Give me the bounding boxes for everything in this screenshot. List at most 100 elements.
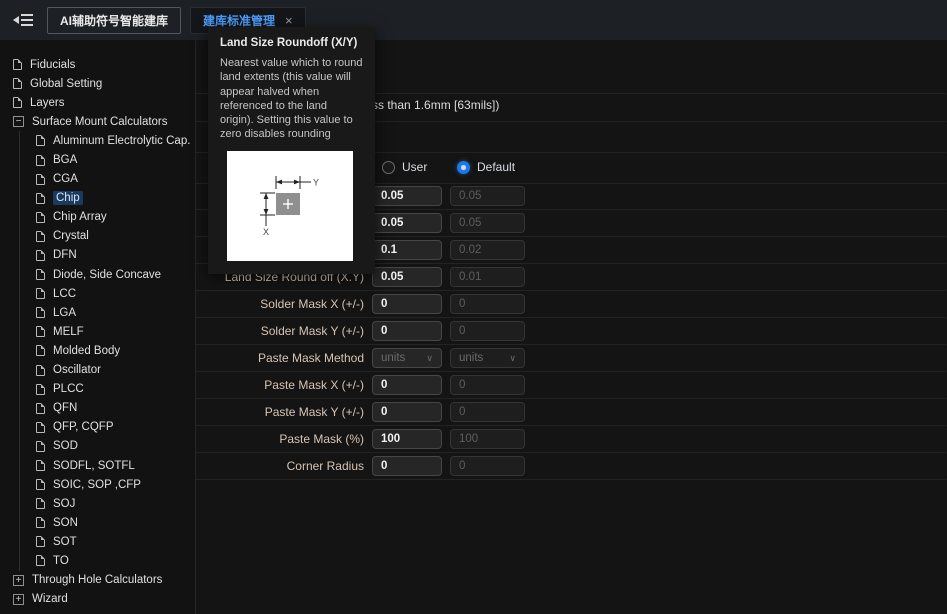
dimension-y-label: Y: [313, 177, 319, 187]
file-icon: [36, 460, 45, 472]
sidebar-item-label: Fiducials: [30, 58, 76, 71]
sidebar-item-soj[interactable]: SOJ: [20, 494, 195, 513]
sidebar-item-dfn[interactable]: DFN: [20, 246, 195, 265]
default-value-input: [450, 402, 525, 422]
sidebar-item-surface-mount-calculators[interactable]: − Surface Mount Calculators: [0, 112, 195, 131]
tooltip-land-size-roundoff: Land Size Roundoff (X/Y) Nearest value w…: [208, 27, 375, 274]
sidebar-item-label: Aluminum Electrolytic Cap.: [53, 134, 191, 147]
sidebar-item-cga[interactable]: CGA: [20, 170, 195, 189]
sidebar-item-label: Oscillator: [53, 364, 101, 377]
sidebar-item-through-hole-calculators[interactable]: + Through Hole Calculators: [0, 571, 195, 590]
file-icon: [36, 249, 45, 261]
value-input[interactable]: [372, 186, 442, 206]
chevron-down-icon: ∨: [426, 352, 433, 363]
sidebar-tree: Fiducials Global Setting Layers − Surface Mo…: [0, 55, 195, 609]
value-input[interactable]: [372, 402, 442, 422]
sidebar-item-label: Molded Body: [53, 344, 121, 357]
sidebar-item-label: SOT: [53, 535, 77, 548]
tab-label: 建库标准管理: [203, 13, 276, 28]
sidebar-item-label: Layers: [30, 96, 65, 109]
sidebar-item-label: SOJ: [53, 497, 76, 510]
row-label: Paste Mask (%): [279, 432, 364, 446]
sidebar-item-layers[interactable]: Layers: [0, 93, 195, 112]
sidebar-item-diode-side-concave[interactable]: Diode, Side Concave: [20, 265, 195, 284]
radio-user[interactable]: User: [382, 160, 427, 174]
sidebar-item-sod[interactable]: SOD: [20, 437, 195, 456]
sidebar-item-global-setting[interactable]: Global Setting: [0, 74, 195, 93]
expand-node-icon[interactable]: +: [13, 593, 24, 605]
sidebar-item-label: Diode, Side Concave: [53, 268, 162, 281]
sidebar-item-qfp-cqfp[interactable]: QFP, CQFP: [20, 418, 195, 437]
file-icon: [13, 97, 22, 109]
sidebar-item-lga[interactable]: LGA: [20, 303, 195, 322]
sidebar-item-soic-sop-cfp[interactable]: SOIC, SOP ,CFP: [20, 475, 195, 494]
sidebar-item-label: QFN: [53, 402, 78, 415]
radio-default[interactable]: Default: [457, 160, 515, 174]
row-label: Paste Mask X (+/-): [264, 378, 364, 392]
default-value-input: [450, 294, 525, 314]
sidebar-item-chip-array[interactable]: Chip Array: [20, 208, 195, 227]
form-row-corner-radius: Corner Radius: [196, 453, 946, 480]
default-value-input: [450, 186, 525, 206]
sidebar-item-oscillator[interactable]: Oscillator: [20, 361, 195, 380]
radio-circle-icon[interactable]: [457, 160, 470, 174]
close-tab-icon[interactable]: ×: [285, 13, 293, 28]
sidebar-item-molded-body[interactable]: Molded Body: [20, 341, 195, 360]
value-input[interactable]: [372, 267, 442, 287]
sidebar-item-label: Chip Array: [53, 211, 107, 224]
sidebar-item-fiducials[interactable]: Fiducials: [0, 55, 195, 74]
sidebar: Fiducials Global Setting Layers − Surface Mo…: [0, 40, 196, 614]
sidebar-item-sot[interactable]: SOT: [20, 532, 195, 551]
file-icon: [36, 440, 45, 452]
file-icon: [36, 517, 45, 529]
sidebar-item-lcc[interactable]: LCC: [20, 284, 195, 303]
tooltip-body: Nearest value which to round land extent…: [220, 57, 363, 141]
value-input[interactable]: [372, 240, 442, 260]
value-input[interactable]: [372, 456, 442, 476]
sidebar-item-aluminum-electrolytic-cap[interactable]: Aluminum Electrolytic Cap.: [20, 131, 195, 150]
sidebar-item-chip[interactable]: Chip: [20, 189, 195, 208]
sidebar-item-label: BGA: [53, 154, 78, 167]
file-icon: [36, 192, 45, 204]
file-icon: [36, 383, 45, 395]
app-window: AI辅助符号智能建库 建库标准管理 × Fiducials Global Sett…: [0, 0, 947, 614]
form-row-paste-mask-method: Paste Mask Method units ∨ units ∨: [196, 345, 946, 372]
value-input[interactable]: [372, 294, 442, 314]
form-row-paste-mask-x: Paste Mask X (+/-): [196, 372, 946, 399]
sidebar-item-crystal[interactable]: Crystal: [20, 227, 195, 246]
expand-node-icon[interactable]: +: [13, 574, 24, 586]
top-bar: AI辅助符号智能建库 建库标准管理 ×: [0, 0, 947, 40]
tab-ai-symbol-library[interactable]: AI辅助符号智能建库: [47, 6, 182, 34]
file-icon: [36, 498, 45, 510]
file-icon: [36, 135, 45, 147]
file-icon: [13, 59, 22, 71]
sidebar-item-wizard[interactable]: + Wizard: [0, 590, 195, 609]
chevron-down-icon: ∨: [509, 352, 516, 363]
sidebar-item-qfn[interactable]: QFN: [20, 399, 195, 418]
form-row-solder-mask-y: Solder Mask Y (+/-): [196, 318, 946, 345]
sidebar-item-melf[interactable]: MELF: [20, 322, 195, 341]
sidebar-item-label: DFN: [53, 249, 77, 262]
sidebar-item-label: TO: [53, 554, 69, 567]
row-label: Paste Mask Method: [257, 351, 364, 365]
sidebar-item-label: Chip: [53, 191, 83, 206]
value-input[interactable]: [372, 321, 442, 341]
value-input[interactable]: [372, 429, 442, 449]
value-input[interactable]: [372, 213, 442, 233]
package-subtitle-fragment: ss than 1.6mm [63mils]): [372, 98, 500, 112]
sidebar-item-son[interactable]: SON: [20, 513, 195, 532]
value-input[interactable]: [372, 375, 442, 395]
sidebar-item-sodfl-sotfl[interactable]: SODFL, SOTFL: [20, 456, 195, 475]
sidebar-item-label: Surface Mount Calculators: [32, 115, 168, 128]
file-icon: [13, 78, 22, 90]
collapse-sidebar-icon[interactable]: [13, 11, 35, 29]
sidebar-item-to[interactable]: TO: [20, 551, 195, 570]
collapse-node-icon[interactable]: −: [13, 116, 24, 128]
tooltip-title: Land Size Roundoff (X/Y): [220, 37, 358, 49]
sidebar-item-plcc[interactable]: PLCC: [20, 380, 195, 399]
sidebar-item-bga[interactable]: BGA: [20, 150, 195, 169]
default-value-input: [450, 267, 525, 287]
default-value-input: [450, 456, 525, 476]
dropdown-value: units: [459, 352, 484, 364]
radio-circle-icon[interactable]: [382, 160, 395, 174]
